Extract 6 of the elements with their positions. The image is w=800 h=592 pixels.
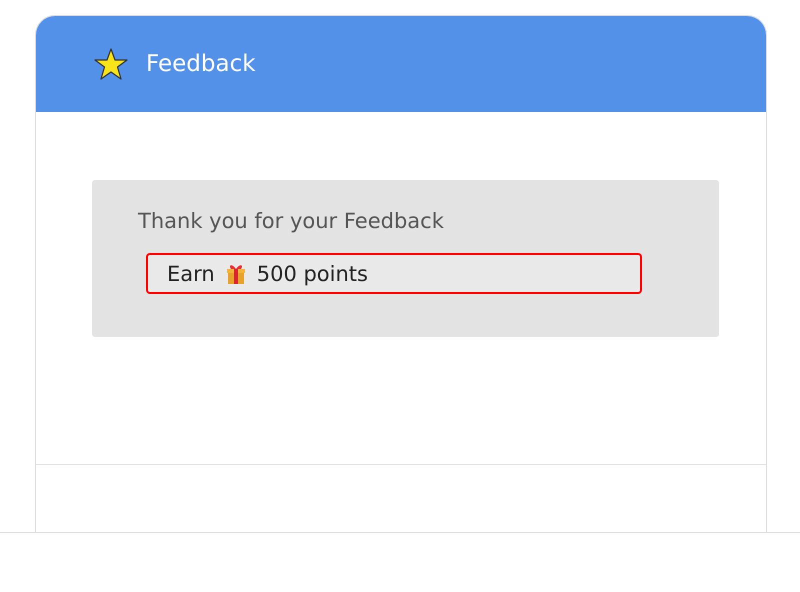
gift-icon: [224, 262, 247, 284]
header-title: Feedback: [146, 51, 256, 77]
star-icon: [94, 48, 128, 80]
earn-text: Earn: [167, 262, 215, 286]
thank-you-text: Thank you for your Feedback: [138, 209, 444, 233]
points-text: 500 points: [256, 262, 368, 286]
